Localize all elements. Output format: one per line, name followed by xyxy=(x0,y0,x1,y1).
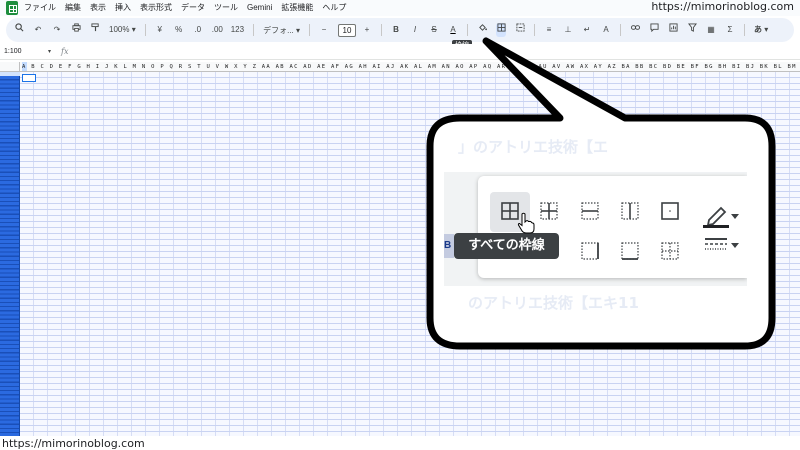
input-tools-label: あ xyxy=(754,25,762,34)
insert-link-icon[interactable] xyxy=(630,23,640,37)
menu-help[interactable]: ヘルプ xyxy=(322,0,346,16)
strikethrough-button[interactable]: S xyxy=(429,23,439,37)
row-header[interactable] xyxy=(0,72,20,436)
all-borders-tooltip: すべての枠線 xyxy=(454,233,559,259)
decrease-decimal-button[interactable]: .0 xyxy=(193,23,203,37)
bottom-border-icon[interactable] xyxy=(619,240,641,262)
sheets-logo-icon[interactable] xyxy=(6,1,18,15)
increase-decimal-button[interactable]: .00 xyxy=(212,23,223,37)
toolbar: ↶ ↷ 100% ▾ ¥ % .0 .00 123 デフォ... ▾ − 10 … xyxy=(6,18,794,42)
fill-color-icon[interactable] xyxy=(477,23,487,37)
toolbar-divider xyxy=(620,24,621,36)
merge-cells-icon[interactable] xyxy=(515,23,525,37)
font-size-input[interactable]: 10 xyxy=(338,23,356,37)
zoom-value: 100% xyxy=(109,25,130,34)
percent-button[interactable]: % xyxy=(174,23,184,37)
horizontal-borders-icon[interactable] xyxy=(579,200,601,222)
hand-cursor-icon xyxy=(517,212,535,234)
clear-borders-icon[interactable] xyxy=(659,240,681,262)
zoomed-cell-fragment: B xyxy=(444,234,454,258)
name-box[interactable]: 1:100 xyxy=(4,48,48,55)
font-size-increase-button[interactable]: + xyxy=(362,23,372,37)
insert-chart-icon[interactable] xyxy=(668,23,678,37)
functions-icon[interactable]: Σ xyxy=(725,23,735,37)
toolbar-divider xyxy=(253,24,255,36)
toolbar-divider xyxy=(381,24,382,36)
redo-icon[interactable]: ↷ xyxy=(52,23,62,37)
font-select[interactable]: デフォ... ▾ xyxy=(263,25,300,36)
menu-view[interactable]: 表示 xyxy=(90,0,106,16)
text-wrap-icon[interactable]: ↵ xyxy=(582,23,592,37)
currency-button[interactable]: ¥ xyxy=(155,23,165,37)
menu-data[interactable]: データ xyxy=(181,0,205,16)
text-color-button[interactable]: A xyxy=(448,23,458,37)
paint-format-icon[interactable] xyxy=(90,23,100,37)
menu-insert[interactable]: 挿入 xyxy=(115,0,131,16)
toolbar-divider xyxy=(309,24,310,36)
italic-button[interactable]: I xyxy=(410,23,420,37)
font-value: デフォ... xyxy=(263,25,294,35)
more-formats-button[interactable]: 123 xyxy=(231,23,244,37)
column-letters[interactable]: A B C D E F G H I J K L M N O P Q R S T … xyxy=(22,63,800,71)
menu-edit[interactable]: 編集 xyxy=(65,0,81,16)
watermark-url-top: https://mimorinoblog.com xyxy=(651,0,794,13)
callout-background-text-top: 」のアトリエ技術【エ xyxy=(458,138,609,156)
filter-icon[interactable] xyxy=(687,23,697,37)
horizontal-align-icon[interactable]: ≡ xyxy=(544,23,554,37)
active-cell[interactable] xyxy=(22,74,36,82)
insert-comment-icon[interactable] xyxy=(649,23,659,37)
formula-bar: 1:100 ▾ fx xyxy=(0,44,800,60)
input-tools-button[interactable]: あ ▾ xyxy=(754,23,768,37)
bold-button[interactable]: B xyxy=(391,23,401,37)
menu-extensions[interactable]: 拡張機能 xyxy=(281,0,313,16)
row-header-first[interactable] xyxy=(0,72,20,76)
toolbar-divider xyxy=(467,24,468,36)
borders-icon[interactable] xyxy=(496,23,506,37)
menu-gemini[interactable]: Gemini xyxy=(247,0,272,16)
toolbar-divider xyxy=(534,24,535,36)
font-size-decrease-button[interactable]: − xyxy=(319,23,329,37)
vertical-align-icon[interactable]: ⊥ xyxy=(563,23,573,37)
toolbar-divider xyxy=(744,24,745,36)
column-header: A B C D E F G H I J K L M N O P Q R S T … xyxy=(0,62,800,72)
inner-borders-icon[interactable] xyxy=(538,200,560,222)
toolbar-divider xyxy=(144,24,146,36)
border-color-swatch xyxy=(703,225,729,228)
menu-format[interactable]: 表示形式 xyxy=(140,0,172,16)
text-rotation-icon[interactable]: A xyxy=(601,23,611,37)
fx-icon: fx xyxy=(61,47,69,56)
chevron-down-icon[interactable]: ▾ xyxy=(48,48,51,55)
right-border-icon[interactable] xyxy=(579,240,601,262)
filter-views-icon[interactable]: ▦ xyxy=(706,23,716,37)
print-icon[interactable] xyxy=(71,23,81,37)
border-style-icon[interactable] xyxy=(703,236,741,254)
menu-file[interactable]: ファイル xyxy=(24,0,56,16)
search-menus-icon[interactable] xyxy=(14,23,24,37)
menu-tools[interactable]: ツール xyxy=(214,0,238,16)
zoom-select[interactable]: 100% ▾ xyxy=(109,23,136,37)
undo-icon[interactable]: ↶ xyxy=(33,23,43,37)
spreadsheet-window: ファイル 編集 表示 挿入 表示形式 データ ツール Gemini 拡張機能 ヘ… xyxy=(0,0,800,450)
select-all-corner[interactable] xyxy=(0,62,20,71)
callout-background-text-bottom: のアトリエ技術【エキ11 xyxy=(468,294,639,312)
vertical-borders-icon[interactable] xyxy=(619,200,641,222)
outer-borders-icon[interactable] xyxy=(659,200,681,222)
watermark-url-bottom: https://mimorinoblog.com xyxy=(2,437,145,450)
